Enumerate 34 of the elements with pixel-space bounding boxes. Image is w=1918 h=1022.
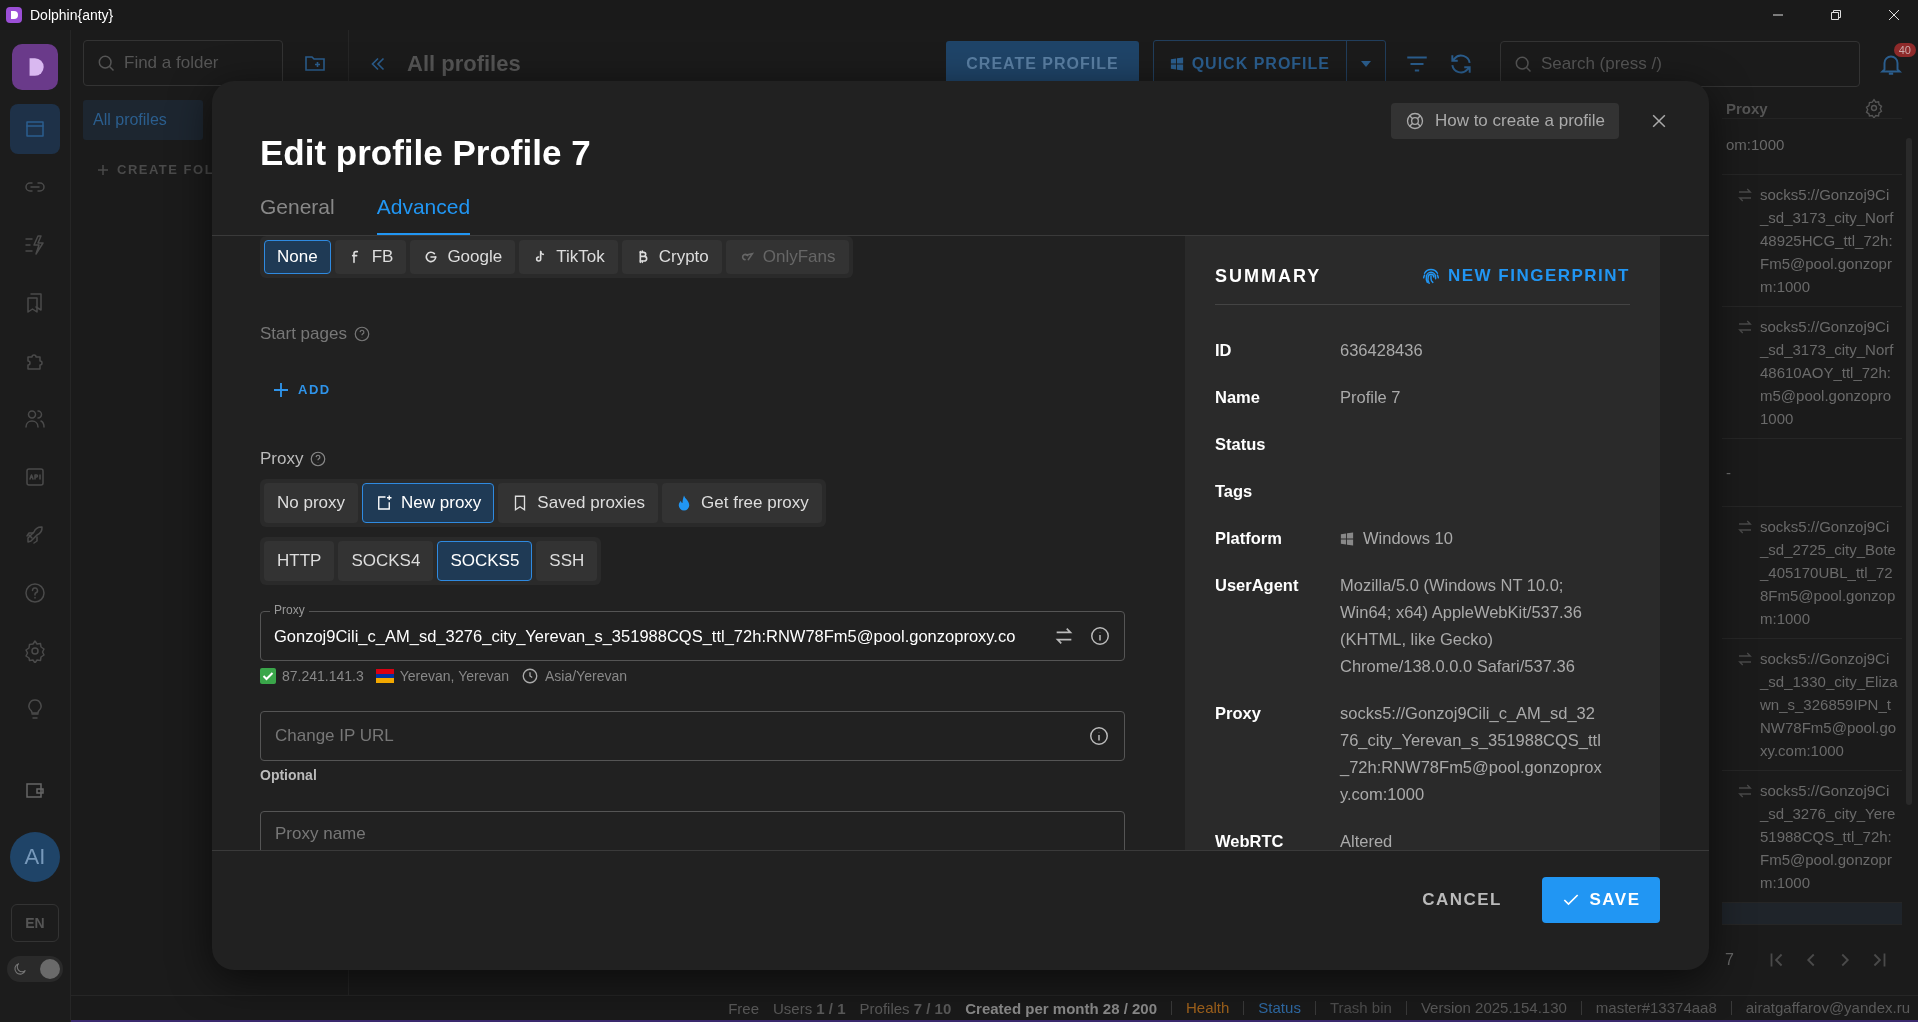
summary-value: 636428436 <box>1340 341 1423 359</box>
summary-label: ID <box>1215 340 1233 361</box>
table-cell-text: socks5://Gonzoj9Ci _sd_1330_city_Eliza wn_s_326859IPN_t NW78Fm5@pool.go xy.com:1000 <box>1760 649 1898 761</box>
summary-value: Windows 10 <box>1363 528 1453 549</box>
table-cell-text: socks5://Gonzoj9Ci _sd_3173_city_Norf 48610AOY_ttl_72h: m5@pool.gonzopro 1000 <box>1760 317 1894 429</box>
summary-label: Platform <box>1215 528 1283 549</box>
field-hint: Optional <box>260 767 317 783</box>
summary-value: socks5://Gonzoj9Cili_c_AM_sd_3276_city_Yerevan_s_351988CQS_ttl_72h:RNW78Fm5@pool.gonzoproxy.com:1000 <box>1340 704 1602 803</box>
notification-badge: 40 <box>1893 43 1916 57</box>
summary-value: Profile 7 <box>1340 388 1401 406</box>
table-cell-text: socks5://Gonzoj9Ci _sd_3173_city_Norf 48925HCG_ttl_72h: Fm5@pool.gonzopr m:1000 <box>1760 185 1894 297</box>
summary-title: SUMMARY <box>1215 265 1322 287</box>
summary-value: Mozilla/5.0 (Windows NT 10.0; Win64; x64) AppleWebKit/537.36 (KHTML, like Gecko) Chrome/138.0.0.0 Safari/537.36 <box>1340 576 1582 675</box>
summary-label: Status <box>1215 434 1267 455</box>
ip-address: 87.241.141.3 <box>282 668 364 684</box>
table-cell-text: om:1000 <box>1726 135 1785 155</box>
dialog-title: Edit profile Profile 7 <box>260 133 592 173</box>
summary-label: UserAgent <box>1215 575 1300 596</box>
summary-label: Proxy <box>1215 703 1262 724</box>
summary-value: Altered <box>1340 832 1393 850</box>
table-cell-text: socks5://Gonzoj9Ci _sd_3276_city_Yere 51988CQS_ttl_72h: Fm5@pool.gonzopr m:1000 <box>1760 781 1896 893</box>
page-number: 7 <box>1725 951 1734 969</box>
location: Yerevan, Yerevan <box>399 668 509 684</box>
timezone: Asia/Yerevan <box>545 668 627 684</box>
table-cell-text: - <box>1726 463 1731 483</box>
window-title: Dolphin{anty} <box>30 7 114 23</box>
field-label: Proxy <box>270 602 309 618</box>
page-title: All profiles <box>407 51 521 77</box>
summary-label: Name <box>1215 387 1261 408</box>
summary-label: WebRTC <box>1215 831 1285 850</box>
field-label: Proxy <box>260 449 304 469</box>
summary-label: Tags <box>1215 481 1254 502</box>
table-cell-text: socks5://Gonzoj9Ci _sd_2725_city_Bote _405170UBL_ttl_72 8Fm5@pool.gonzop m:1000 <box>1760 517 1896 629</box>
field-label: Start pages <box>260 324 347 344</box>
